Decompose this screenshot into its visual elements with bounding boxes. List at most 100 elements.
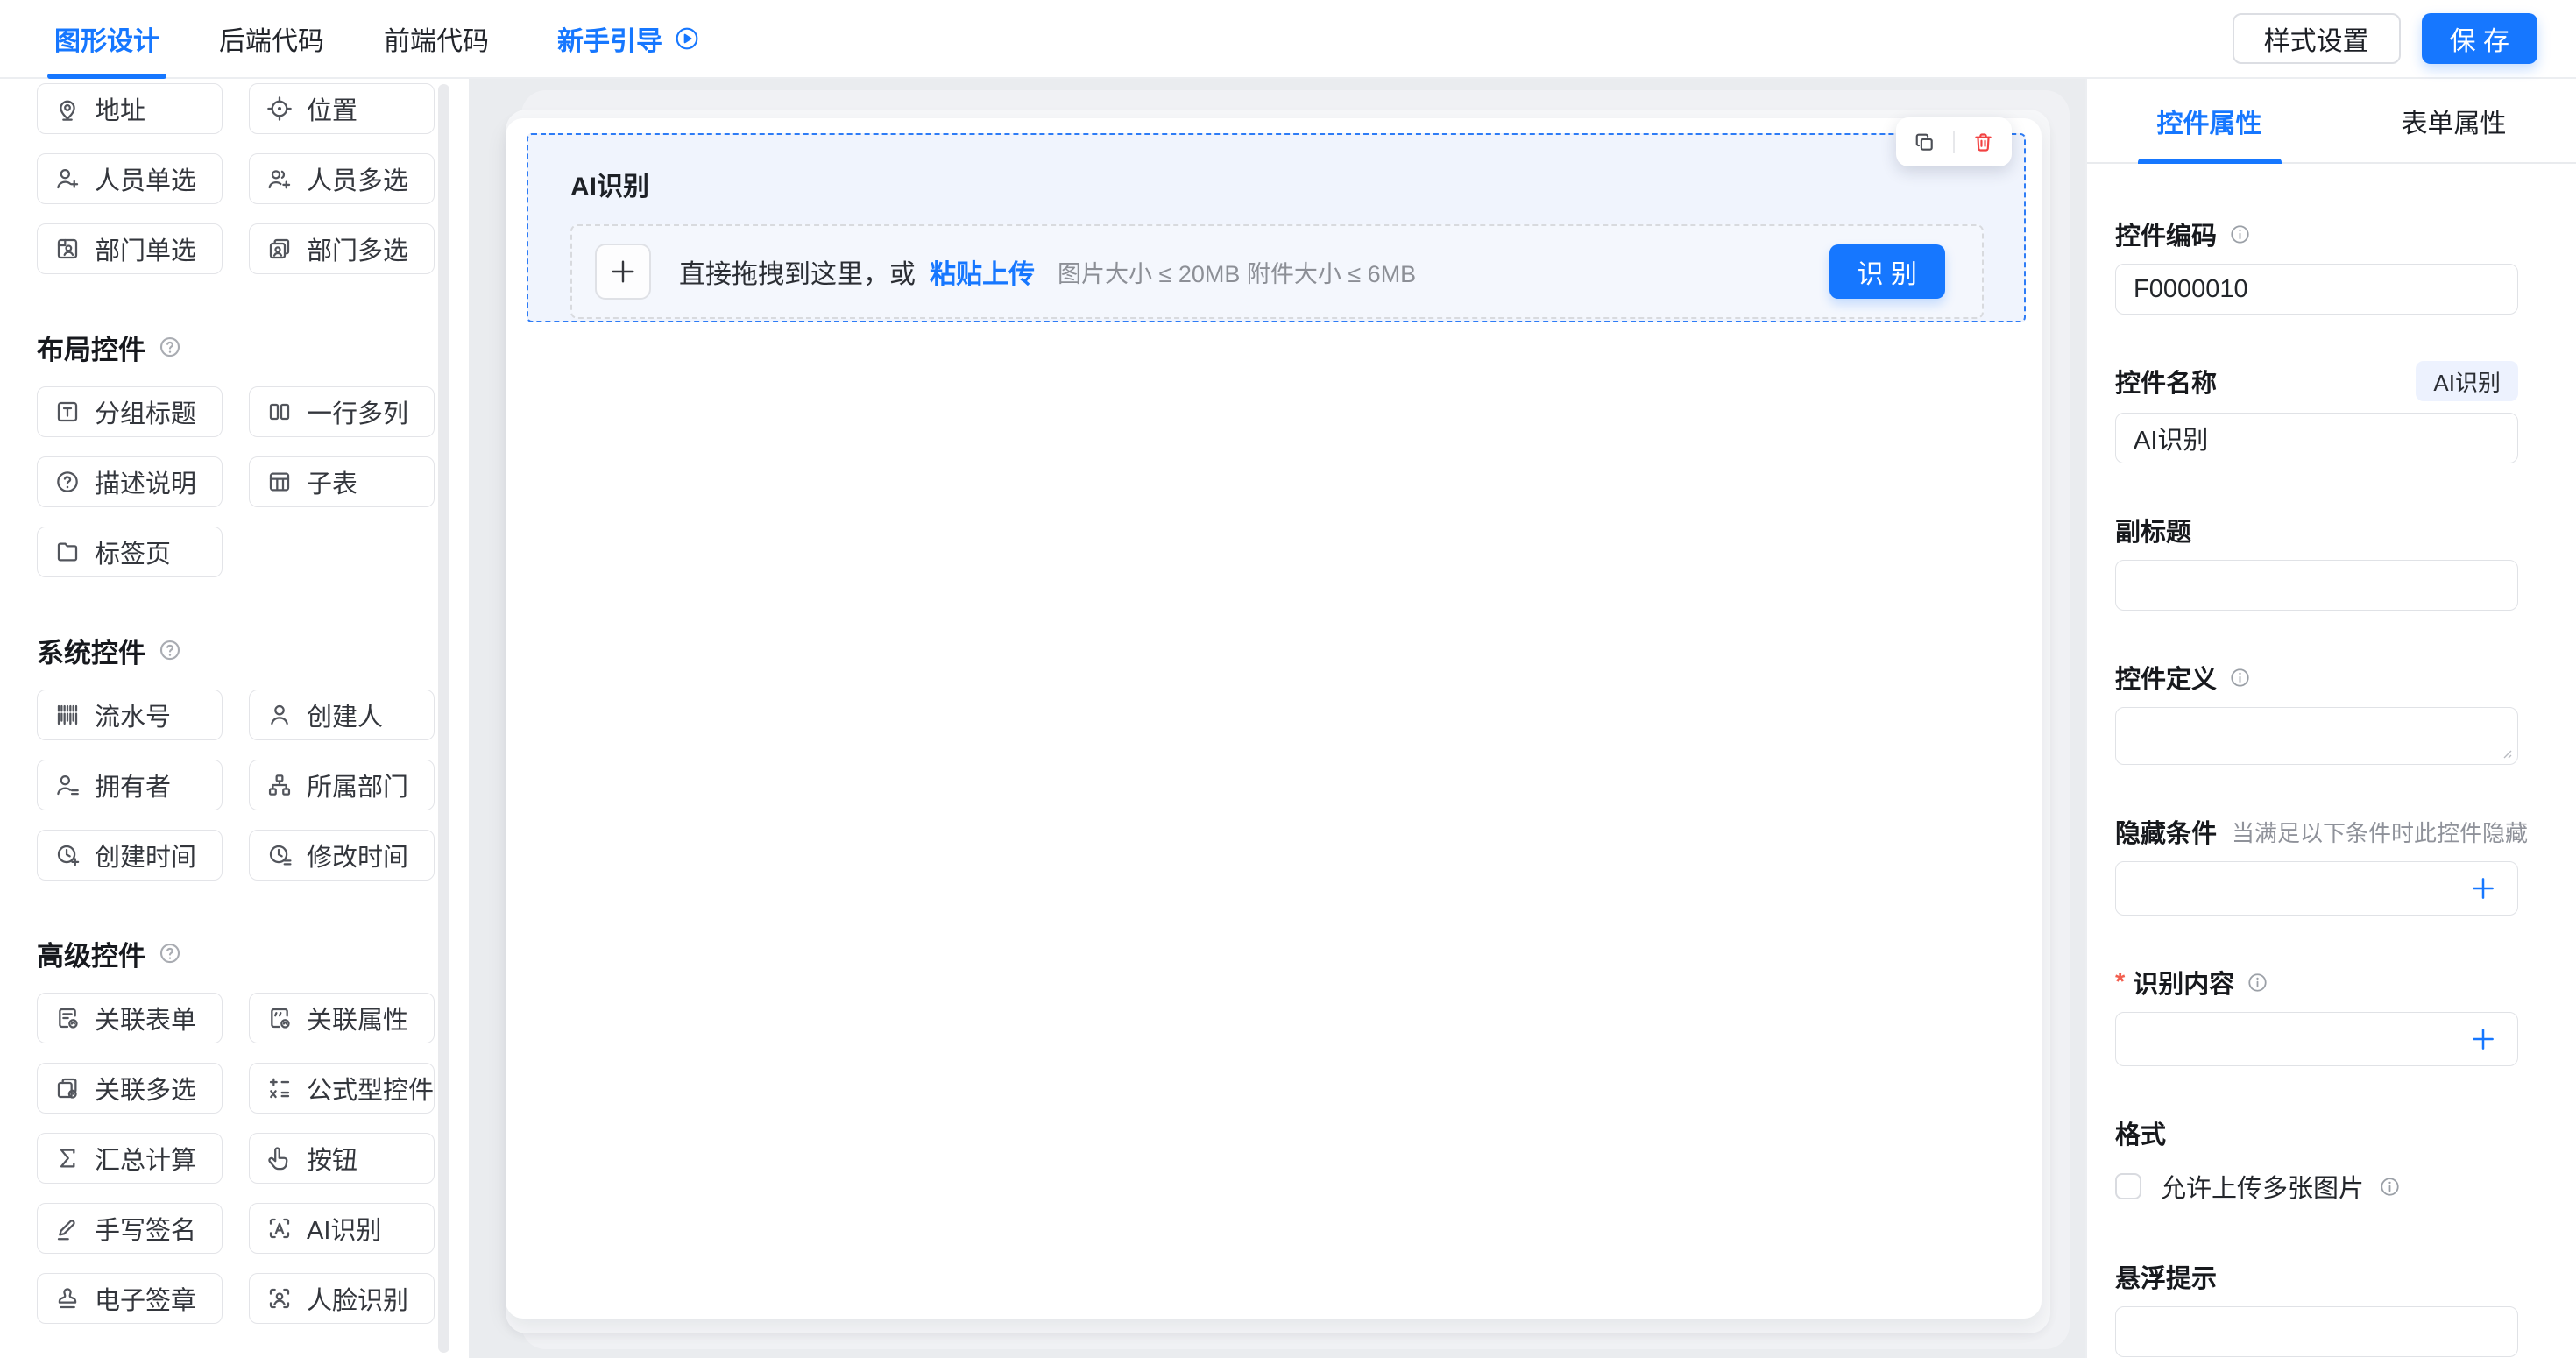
control-item-拥有者[interactable]: 拥有者: [37, 760, 223, 810]
add-recognize-content-button[interactable]: [2470, 1026, 2496, 1052]
allow-multiple-images-checkbox[interactable]: [2115, 1173, 2141, 1199]
control-item-分组标题[interactable]: 分组标题: [37, 386, 223, 437]
control-item-位置[interactable]: 位置: [249, 83, 435, 134]
delete-component-button[interactable]: [1955, 117, 2012, 166]
help-circle-icon: [57, 471, 78, 492]
section-header-高级控件: 高级控件: [37, 937, 469, 972]
control-item-部门单选[interactable]: 部门单选: [37, 223, 223, 274]
resize-grip-icon[interactable]: [2499, 746, 2513, 760]
drag-hint-text: 直接拖拽到这里，或: [679, 260, 916, 289]
upload-dropzone[interactable]: 直接拖拽到这里，或 粘贴上传 图片大小 ≤ 20MB 附件大小 ≤ 6MB 识 …: [570, 224, 1984, 319]
field-control-name: 控件名称 AI识别: [2115, 361, 2518, 463]
play-circle-icon: [676, 27, 698, 50]
recognize-content-box: [2115, 1012, 2518, 1066]
sigma-icon: [60, 1149, 75, 1168]
subtable-icon: [269, 472, 290, 492]
control-item-人员多选[interactable]: 人员多选: [249, 153, 435, 204]
multi-image-option: 允许上传多张图片: [2115, 1168, 2518, 1205]
required-asterisk: *: [2115, 967, 2126, 996]
active-tab-underline: [2137, 159, 2282, 164]
properties-panel-body: 控件编码 控件名称 AI识别 副标题 控件定义: [2087, 164, 2528, 1357]
form-canvas: AI识别 直接拖拽到这里，或 粘贴上传 图片大小 ≤ 20MB 附件大小 ≤ 6…: [469, 79, 2085, 1358]
field-hide-condition: 隐藏条件 当满足以下条件时此控件隐藏: [2115, 814, 2528, 916]
control-item-关联多选[interactable]: 关联多选: [37, 1063, 223, 1114]
add-hide-condition-button[interactable]: [2470, 875, 2496, 902]
selected-ai-recognition-component[interactable]: AI识别 直接拖拽到这里，或 粘贴上传 图片大小 ≤ 20MB 附件大小 ≤ 6…: [527, 117, 2026, 322]
control-definition-label: 控件定义: [2115, 666, 2218, 694]
nav-tabs: 图形设计 后端代码 前端代码: [47, 0, 545, 79]
location-target-icon: [267, 96, 292, 121]
subtitle-input[interactable]: [2115, 560, 2518, 611]
control-item-按钮[interactable]: 按钮: [249, 1133, 435, 1184]
recognize-button[interactable]: 识 别: [1829, 244, 1945, 299]
section-header-系统控件: 系统控件: [37, 633, 469, 668]
control-item-所属部门[interactable]: 所属部门: [249, 760, 435, 810]
panel-tab-控件属性[interactable]: 控件属性: [2087, 79, 2332, 162]
user-plus-icon: [57, 168, 79, 189]
map-pin-icon: [60, 100, 75, 121]
control-item-人脸识别[interactable]: 人脸识别: [249, 1273, 435, 1324]
control-item-公式型控件[interactable]: 公式型控件: [249, 1063, 435, 1114]
field-subtitle: 副标题: [2115, 513, 2518, 611]
control-name-label: 控件名称: [2115, 370, 2218, 398]
control-code-input[interactable]: [2115, 264, 2518, 315]
doc-link-icon: [59, 1008, 78, 1029]
format-label: 格式: [2115, 1121, 2167, 1149]
control-type-badge: AI识别: [2416, 361, 2518, 401]
control-item-AI识别[interactable]: AI识别: [249, 1203, 435, 1254]
control-item-关联表单[interactable]: 关联表单: [37, 993, 223, 1043]
control-item-标签页[interactable]: 标签页: [37, 527, 223, 577]
copy-component-button[interactable]: [1896, 117, 1953, 166]
control-name-input[interactable]: [2115, 413, 2518, 463]
add-file-button[interactable]: [595, 244, 651, 300]
beginner-guide-label: 新手引导: [557, 27, 662, 56]
hide-condition-box: [2115, 861, 2518, 916]
paste-upload-link[interactable]: 粘贴上传: [930, 252, 1035, 291]
dept-card-icon: [57, 238, 78, 259]
component-toolbar: [1896, 117, 2012, 166]
field-control-definition: 控件定义: [2115, 660, 2518, 765]
clock-edit-icon: [269, 845, 292, 866]
save-button[interactable]: 保 存: [2421, 13, 2537, 64]
copy-icon: [1915, 133, 1933, 151]
control-item-创建人[interactable]: 创建人: [249, 690, 435, 740]
nav-tab-图形设计[interactable]: 图形设计: [47, 0, 166, 79]
format-section: 格式: [2115, 1115, 2518, 1150]
control-item-创建时间[interactable]: 创建时间: [37, 830, 223, 881]
nav-tab-后端代码[interactable]: 后端代码: [216, 0, 328, 77]
clock-plus-icon: [57, 845, 80, 866]
hover-tip-input[interactable]: [2115, 1306, 2518, 1357]
control-item-关联属性[interactable]: 关联属性: [249, 993, 435, 1043]
control-item-描述说明[interactable]: 描述说明: [37, 456, 223, 507]
plus-icon: [2473, 878, 2494, 899]
nav-tab-前端代码[interactable]: 前端代码: [380, 0, 492, 77]
sidebar-scrollbar[interactable]: [438, 84, 449, 1353]
user-icon: [271, 704, 288, 725]
control-item-子表[interactable]: 子表: [249, 456, 435, 507]
properties-panel: 控件属性表单属性 控件编码 控件名称 AI识别 副标题: [2085, 79, 2576, 1358]
control-item-地址[interactable]: 地址: [37, 83, 223, 134]
control-item-手写签名[interactable]: 手写签名: [37, 1203, 223, 1254]
control-item-电子签章[interactable]: 电子签章: [37, 1273, 223, 1324]
panel-tab-表单属性[interactable]: 表单属性: [2332, 79, 2576, 162]
control-item-部门多选[interactable]: 部门多选: [249, 223, 435, 274]
component-title: AI识别: [570, 173, 649, 202]
face-scan-icon: [269, 1288, 290, 1309]
style-settings-button[interactable]: 样式设置: [2232, 13, 2401, 64]
hide-condition-label: 隐藏条件: [2115, 820, 2218, 848]
plus-icon: [2473, 1029, 2494, 1050]
control-item-人员单选[interactable]: 人员单选: [37, 153, 223, 204]
control-item-汇总计算[interactable]: 汇总计算: [37, 1133, 223, 1184]
control-item-修改时间[interactable]: 修改时间: [249, 830, 435, 881]
plus-icon: [612, 260, 634, 283]
field-hover-tip: 悬浮提示: [2115, 1259, 2518, 1357]
beginner-guide-link[interactable]: 新手引导: [557, 19, 701, 58]
file-size-hint: 图片大小 ≤ 20MB 附件大小 ≤ 6MB: [1058, 260, 1417, 287]
control-item-一行多列[interactable]: 一行多列: [249, 386, 435, 437]
group-title-icon: [57, 401, 78, 422]
properties-panel-tabs: 控件属性 表单属性: [2087, 79, 2576, 164]
control-item-流水号[interactable]: 流水号: [37, 690, 223, 740]
info-circle-icon: [2381, 1177, 2399, 1196]
subtitle-label: 副标题: [2115, 519, 2192, 547]
control-definition-textarea[interactable]: [2115, 707, 2518, 765]
